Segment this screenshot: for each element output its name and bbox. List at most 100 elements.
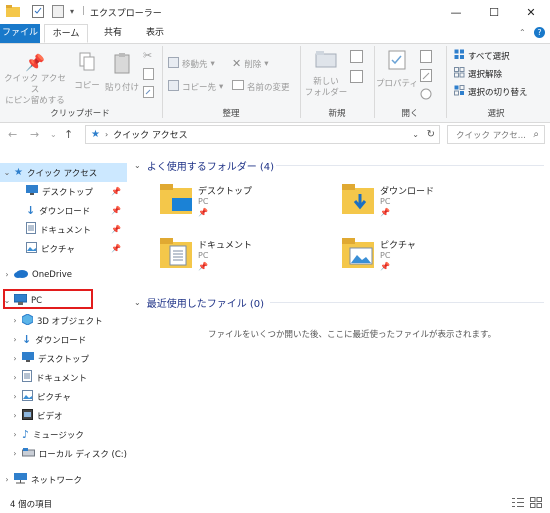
pin-icon: 📌	[198, 208, 208, 217]
breadcrumb-quick-access[interactable]: クイック アクセス	[113, 128, 187, 141]
pin-quick-access-button[interactable]: 📌 クイック アクセス にピン留めする	[4, 52, 66, 107]
section-divider	[276, 165, 544, 166]
nav-quick-desktop[interactable]: デスクトップ 📌	[0, 182, 127, 201]
nav-pc-videos[interactable]: › ビデオ	[0, 406, 127, 425]
chevron-right-icon[interactable]: ›	[0, 270, 14, 279]
tab-file[interactable]: ファイル	[0, 24, 40, 43]
recent-files-title: 最近使用したファイル (0)	[146, 299, 265, 310]
pin-label-line1: クイック アクセス	[4, 74, 66, 95]
up-arrow-icon[interactable]: ↑	[64, 128, 73, 141]
help-icon[interactable]: ?	[534, 27, 545, 38]
nav-onedrive[interactable]: › OneDrive	[0, 265, 127, 284]
nav-quick-access-label: クイック アクセス	[26, 168, 98, 179]
desktop-folder-icon	[160, 184, 192, 217]
minimize-button[interactable]: —	[437, 0, 475, 24]
chevron-right-icon[interactable]: ›	[8, 354, 22, 363]
new-folder-button[interactable]: 新しい フォルダー	[304, 50, 348, 99]
folder-tile-desktop[interactable]: デスクトップ PC 📌	[160, 182, 330, 228]
qat-dropdown-icon[interactable]: ▾	[70, 7, 74, 16]
nav-quick-access[interactable]: ⌄ ★ クイック アクセス	[0, 163, 127, 182]
folder-tile-downloads[interactable]: ダウンロード PC 📌	[342, 182, 512, 228]
cut-icon[interactable]: ✂	[143, 49, 152, 62]
recent-locations-icon[interactable]: ⌄	[50, 130, 57, 139]
chevron-down-icon[interactable]: ⌄	[0, 168, 14, 177]
frequent-folders-header[interactable]: ⌄ よく使用するフォルダー (4)	[134, 158, 274, 173]
group-separator	[374, 46, 375, 118]
chevron-down-icon[interactable]: ⌄	[134, 298, 141, 307]
pictures-folder-icon	[342, 238, 374, 271]
easy-access-icon[interactable]	[350, 70, 363, 86]
large-icons-view-icon[interactable]	[530, 497, 542, 511]
forward-arrow-icon[interactable]: →	[30, 128, 39, 141]
search-input[interactable]: クイック アクセ... ⌕	[447, 125, 545, 144]
chevron-right-icon[interactable]: ›	[8, 392, 22, 401]
address-dropdown-icon[interactable]: ⌄	[412, 130, 419, 139]
recent-files-header[interactable]: ⌄ 最近使用したファイル (0)	[134, 295, 264, 310]
qat-new-folder-icon[interactable]	[52, 5, 64, 21]
chevron-right-icon[interactable]: ›	[0, 475, 14, 484]
chevron-down-icon[interactable]: ⌄	[134, 161, 141, 170]
paste-shortcut-icon[interactable]	[143, 86, 154, 101]
rename-button[interactable]: 名前の変更	[232, 80, 290, 93]
select-none-button[interactable]: 選択解除	[454, 67, 502, 81]
chevron-right-icon[interactable]: ›	[8, 449, 22, 458]
tab-share[interactable]: 共有	[96, 24, 130, 43]
search-icon: ⌕	[533, 129, 539, 140]
chevron-down-icon: ▾	[219, 82, 224, 92]
qat-properties-icon[interactable]	[32, 5, 44, 21]
properties-button[interactable]: プロパティ	[376, 50, 418, 90]
nav-pc-desktop[interactable]: › デスクトップ	[0, 349, 127, 368]
nav-quick-pictures[interactable]: ピクチャ 📌	[0, 239, 127, 258]
nav-quick-desktop-label: デスクトップ	[42, 187, 94, 198]
nav-quick-downloads[interactable]: ↓ ダウンロード 📌	[0, 201, 127, 220]
chevron-right-icon[interactable]: ›	[8, 316, 22, 325]
nav-quick-pictures-label: ピクチャ	[41, 244, 75, 255]
move-to-button[interactable]: 移動先 ▾	[168, 57, 215, 71]
nav-quick-downloads-label: ダウンロード	[39, 206, 91, 217]
refresh-icon[interactable]: ↻	[427, 129, 435, 140]
status-bar: 4 個の項目	[0, 494, 550, 513]
edit-icon[interactable]	[420, 69, 432, 85]
select-all-button[interactable]: すべて選択	[454, 49, 510, 63]
copy-path-icon[interactable]	[143, 68, 154, 83]
folder-tile-documents[interactable]: ドキュメント PC 📌	[160, 236, 330, 282]
history-icon[interactable]	[420, 88, 432, 103]
copy-to-button[interactable]: コピー先 ▾	[168, 80, 223, 94]
collapse-ribbon-icon[interactable]: ⌃	[519, 28, 526, 37]
nav-pc-3d-objects[interactable]: › 3D オブジェクト	[0, 311, 127, 330]
folder-tile-pictures[interactable]: ピクチャ PC 📌	[342, 236, 512, 282]
chevron-right-icon[interactable]: ›	[8, 430, 22, 439]
pin-icon: 📌	[111, 187, 121, 196]
cube-icon	[21, 312, 34, 328]
open-icon[interactable]	[420, 50, 432, 66]
new-item-icon[interactable]	[350, 50, 363, 66]
search-placeholder: クイック アクセ...	[456, 130, 526, 141]
nav-quick-documents[interactable]: ドキュメント 📌	[0, 220, 127, 239]
copy-button[interactable]: コピー	[72, 52, 102, 92]
nav-pc-music[interactable]: › ♪ ミュージック	[0, 425, 127, 444]
address-bar[interactable]: ★ › クイック アクセス ⌄ ↻	[85, 125, 440, 144]
nav-pc-documents[interactable]: › ドキュメント	[0, 368, 127, 387]
maximize-button[interactable]: ☐	[475, 0, 513, 24]
downloads-folder-icon	[342, 184, 374, 217]
window-title: エクスプローラー	[90, 9, 162, 19]
close-button[interactable]: ✕	[512, 0, 550, 24]
invert-selection-button[interactable]: 選択の切り替え	[454, 85, 528, 99]
chevron-right-icon[interactable]: ›	[8, 411, 22, 420]
nav-pc-downloads[interactable]: › ↓ ダウンロード	[0, 330, 127, 349]
tab-home[interactable]: ホーム	[44, 24, 88, 43]
chevron-right-icon[interactable]: ›	[8, 373, 22, 382]
details-view-icon[interactable]	[512, 497, 524, 511]
nav-pc-local-disk[interactable]: › ローカル ディスク (C:)	[0, 444, 127, 463]
nav-pc-pictures[interactable]: › ピクチャ	[0, 387, 127, 406]
folder-location: PC	[198, 197, 209, 206]
delete-button[interactable]: ✕ 削除 ▾	[232, 57, 269, 70]
tab-view[interactable]: 表示	[138, 24, 172, 43]
chevron-right-icon[interactable]: ›	[8, 335, 22, 344]
documents-folder-icon	[160, 238, 192, 271]
paste-button[interactable]: 貼り付け	[104, 52, 140, 94]
back-arrow-icon[interactable]: ←	[8, 128, 17, 141]
nav-network[interactable]: › ネットワーク	[0, 470, 127, 489]
select-all-icon	[454, 49, 465, 63]
rename-label: 名前の変更	[247, 82, 290, 93]
